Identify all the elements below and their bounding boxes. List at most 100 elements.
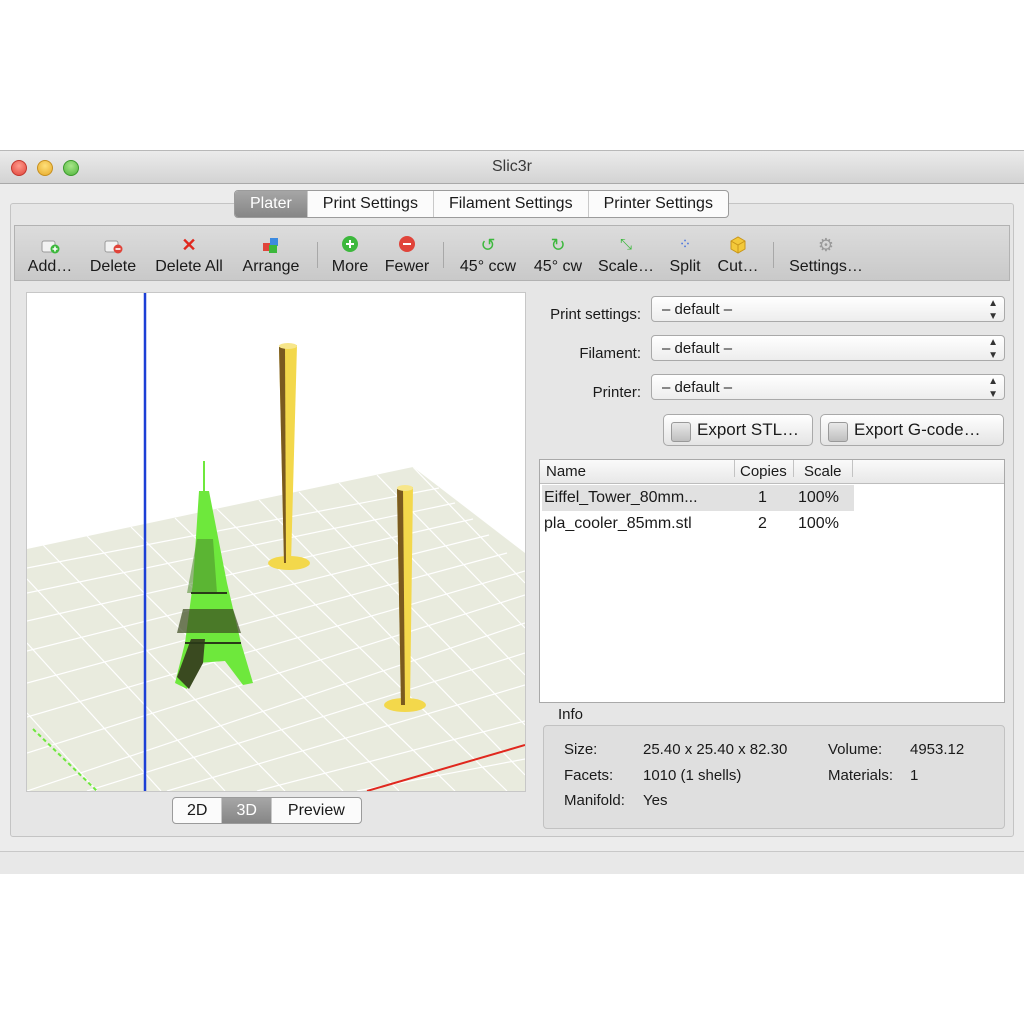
- printer-label: Printer:: [592, 384, 641, 401]
- tab-printer-settings[interactable]: Printer Settings: [589, 191, 728, 217]
- add-object-icon: [39, 234, 61, 256]
- delete-all-button[interactable]: ✕ Delete All: [149, 226, 229, 280]
- split-icon: ⁘: [678, 236, 692, 253]
- object-list[interactable]: Name Copies Scale Eiffel_Tower_80mm... 1…: [539, 459, 1005, 703]
- printer-value: – default –: [662, 379, 733, 396]
- arrange-button[interactable]: Arrange: [237, 226, 305, 280]
- cut-icon: [728, 234, 748, 256]
- object-copies: 2: [758, 515, 767, 532]
- size-value: 25.40 x 25.40 x 82.30: [643, 741, 788, 758]
- scale-button-label: Scale…: [597, 258, 655, 275]
- export-gcode-label: Export G-code…: [854, 420, 981, 439]
- print-settings-select[interactable]: – default – ▲ ▼: [651, 296, 1005, 322]
- cut-button[interactable]: Cut…: [713, 226, 763, 280]
- rotate-cw-icon: ↻: [550, 235, 566, 255]
- toolbar-separator: [773, 242, 774, 268]
- facets-label: Facets:: [564, 767, 614, 784]
- toolbar-separator: [317, 242, 318, 268]
- 3d-viewport[interactable]: [26, 292, 526, 792]
- tab-print-settings[interactable]: Print Settings: [308, 191, 434, 217]
- fewer-button[interactable]: Fewer: [379, 226, 435, 280]
- facets-value: 1010 (1 shells): [643, 767, 742, 784]
- scale-icon: ⤡: [619, 236, 632, 253]
- status-bar: [0, 851, 1024, 874]
- volume-label: Volume:: [828, 741, 883, 758]
- tab-3d[interactable]: 3D: [222, 798, 272, 823]
- tab-preview[interactable]: Preview: [272, 798, 361, 823]
- main-tabs: Plater Print Settings Filament Settings …: [234, 190, 729, 218]
- add-button[interactable]: Add…: [19, 226, 81, 280]
- fewer-button-label: Fewer: [384, 258, 430, 275]
- filament-value: – default –: [662, 340, 733, 357]
- tab-2d[interactable]: 2D: [173, 798, 223, 823]
- object-scale: 100%: [798, 515, 839, 532]
- cut-button-label: Cut…: [717, 258, 759, 275]
- manifold-label: Manifold:: [564, 792, 625, 809]
- export-gcode-icon: [828, 422, 848, 442]
- chevron-updown-icon: ▲ ▼: [988, 298, 998, 322]
- materials-value: 1: [910, 767, 919, 784]
- column-divider: [852, 460, 853, 477]
- window-title: Slic3r: [491, 158, 532, 175]
- settings-button-label: Settings…: [789, 258, 863, 275]
- split-button-label: Split: [669, 258, 701, 275]
- column-divider: [793, 460, 794, 477]
- rotate-ccw-label: 45° ccw: [459, 258, 517, 275]
- delete-button-label: Delete: [89, 258, 137, 275]
- export-stl-button[interactable]: Export STL…: [663, 414, 813, 446]
- object-copies: 1: [758, 489, 767, 506]
- plater-toolbar: Add… Delete ✕ Delete All Arrange More Fe…: [14, 225, 1010, 281]
- toolbar-separator: [443, 242, 444, 268]
- scale-button[interactable]: ⤡ Scale…: [595, 226, 657, 280]
- tab-plater[interactable]: Plater: [235, 191, 308, 217]
- print-bed: [27, 467, 525, 791]
- rotate-cw-label: 45° cw: [533, 258, 583, 275]
- settings-button[interactable]: ⚙ Settings…: [783, 226, 869, 280]
- view-mode-tabs: 2D 3D Preview: [172, 797, 362, 824]
- column-header-scale[interactable]: Scale: [804, 460, 842, 483]
- print-settings-label: Print settings:: [550, 306, 641, 323]
- arrange-icon: [260, 234, 282, 256]
- filament-label: Filament:: [579, 345, 641, 362]
- arrange-button-label: Arrange: [242, 258, 300, 275]
- delete-object-icon: [102, 234, 124, 256]
- info-title: Info: [556, 706, 586, 723]
- title-bar: Slic3r: [0, 151, 1024, 184]
- tab-filament-settings[interactable]: Filament Settings: [434, 191, 589, 217]
- object-list-header: Name Copies Scale: [540, 460, 1004, 484]
- export-gcode-button[interactable]: Export G-code…: [820, 414, 1004, 446]
- object-scale: 100%: [798, 489, 839, 506]
- more-button[interactable]: More: [327, 226, 373, 280]
- add-button-label: Add…: [27, 258, 73, 275]
- 3d-scene: [27, 293, 525, 791]
- volume-value: 4953.12: [910, 741, 965, 758]
- column-header-copies[interactable]: Copies: [740, 460, 787, 483]
- rotate-cw-button[interactable]: ↻ 45° cw: [527, 226, 589, 280]
- column-header-name[interactable]: Name: [546, 460, 586, 483]
- size-label: Size:: [564, 741, 598, 758]
- printer-select[interactable]: – default – ▲ ▼: [651, 374, 1005, 400]
- gear-icon: ⚙: [817, 235, 835, 255]
- column-divider: [734, 460, 735, 477]
- delete-button[interactable]: Delete: [83, 226, 143, 280]
- minus-icon: [397, 234, 417, 256]
- manifold-value: Yes: [643, 792, 668, 809]
- delete-all-icon: ✕: [181, 235, 197, 255]
- print-settings-value: – default –: [662, 301, 733, 318]
- chevron-updown-icon: ▲ ▼: [988, 337, 998, 361]
- split-button[interactable]: ⁘ Split: [663, 226, 707, 280]
- export-stl-icon: [671, 422, 691, 442]
- table-row[interactable]: Eiffel_Tower_80mm... 1 100%: [542, 485, 854, 511]
- object-name: pla_cooler_85mm.stl: [544, 515, 692, 532]
- materials-label: Materials:: [828, 767, 894, 784]
- delete-all-button-label: Delete All: [155, 258, 223, 275]
- more-button-label: More: [331, 258, 369, 275]
- filament-select[interactable]: – default – ▲ ▼: [651, 335, 1005, 361]
- chevron-updown-icon: ▲ ▼: [988, 376, 998, 400]
- app-window: Slic3r Plater Print Settings Filament Se…: [0, 150, 1024, 874]
- rotate-ccw-button[interactable]: ↺ 45° ccw: [453, 226, 523, 280]
- object-name: Eiffel_Tower_80mm...: [544, 489, 698, 506]
- export-stl-label: Export STL…: [697, 420, 800, 439]
- plus-icon: [340, 234, 360, 256]
- table-row[interactable]: pla_cooler_85mm.stl 2 100%: [542, 511, 854, 537]
